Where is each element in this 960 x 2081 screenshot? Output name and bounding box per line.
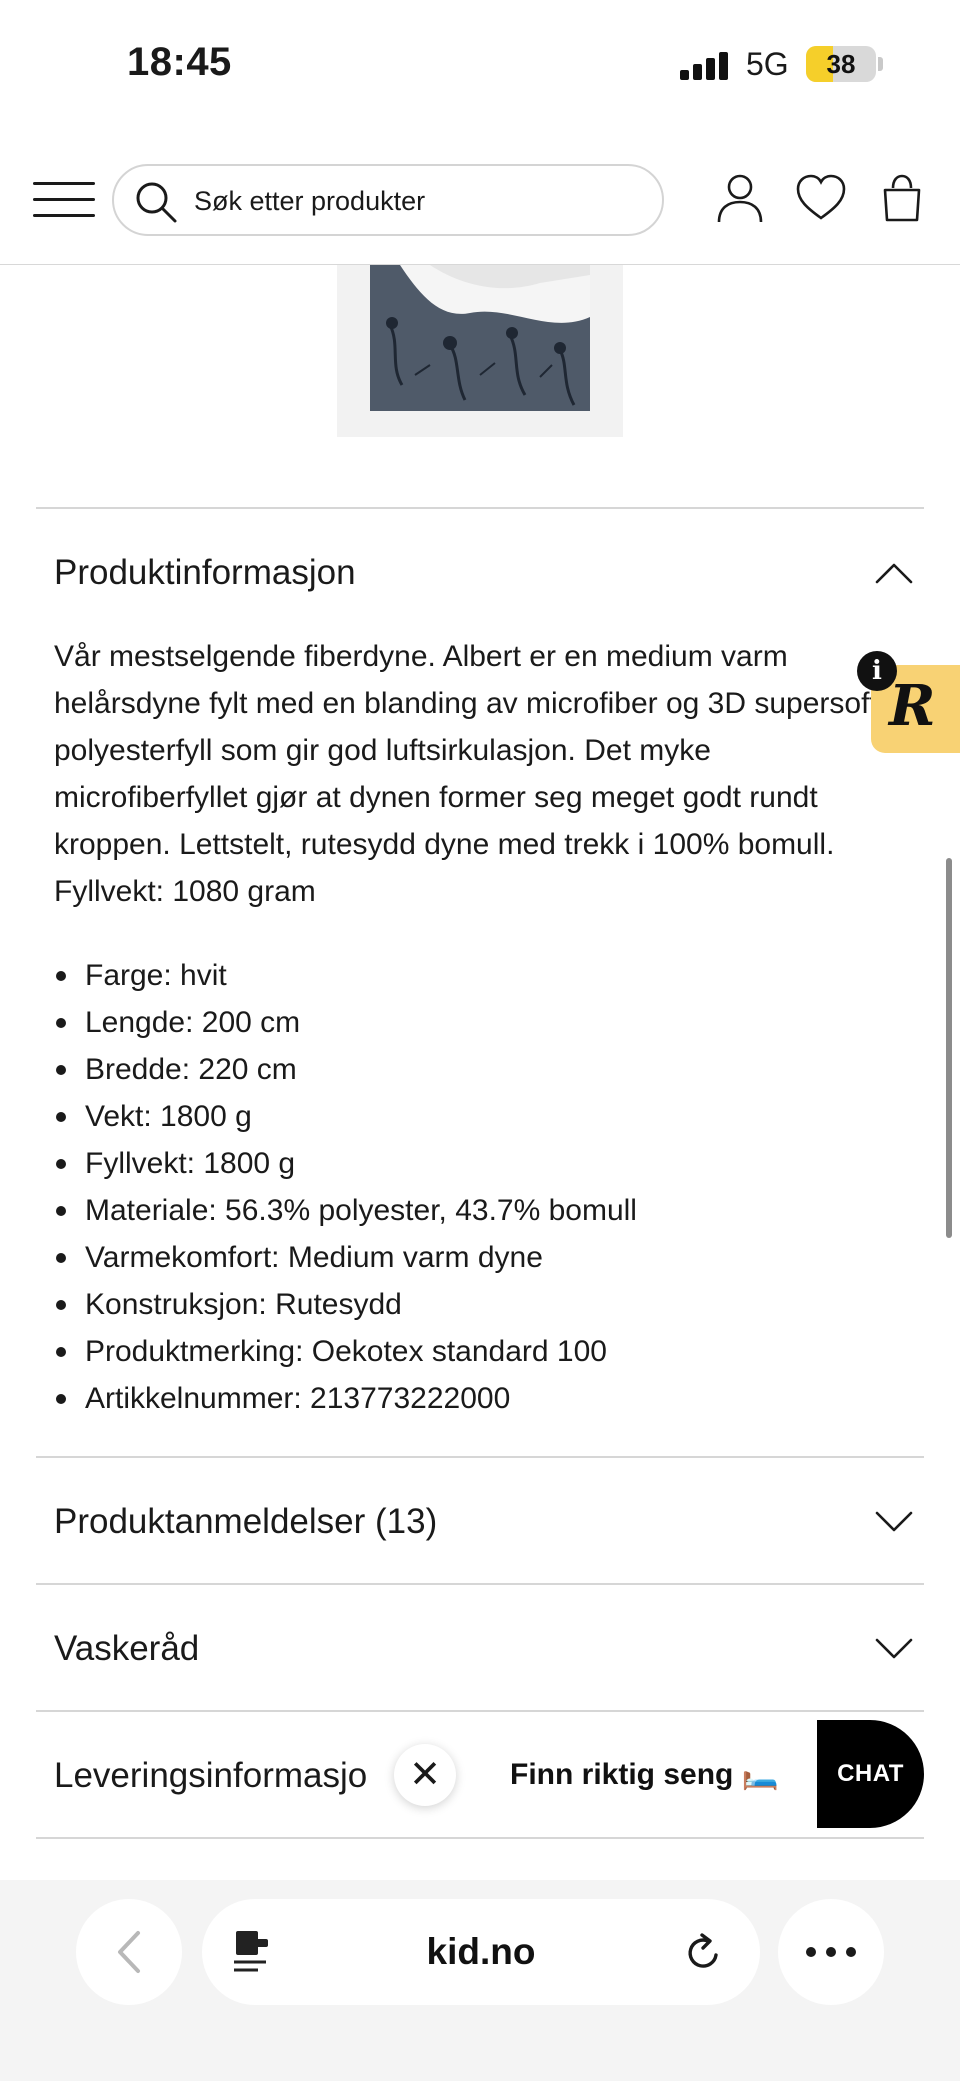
signal-icon (680, 50, 730, 80)
user-icon[interactable] (714, 172, 766, 224)
bag-icon[interactable] (876, 172, 928, 224)
divider (36, 1837, 924, 1839)
chevron-down-icon[interactable] (874, 1637, 914, 1661)
product-image[interactable] (370, 265, 590, 411)
r-logo: R (889, 673, 936, 739)
spec-item: Lengde: 200 cm (54, 999, 894, 1046)
promo-message[interactable]: Finn riktig seng 🛏️ (482, 1738, 814, 1812)
accordion-title-reviews[interactable]: Produktanmeldelser (13) (54, 1502, 437, 1542)
divider (36, 1456, 924, 1458)
chevron-down-icon[interactable] (874, 1510, 914, 1534)
accordion-title-delivery[interactable]: Leveringsinformasjo (54, 1756, 367, 1796)
scrollbar[interactable] (946, 858, 952, 1238)
more-options-button[interactable] (778, 1899, 884, 2005)
divider (36, 1710, 924, 1712)
status-bar: 18:45 5G 38 (0, 0, 960, 130)
spec-item: Varmekomfort: Medium varm dyne (54, 1234, 894, 1281)
duvet-illustration (370, 265, 590, 411)
site-header (0, 150, 960, 265)
network-type: 5G (746, 46, 789, 82)
search-icon (136, 182, 177, 223)
reload-icon[interactable] (682, 1931, 726, 1975)
search-input[interactable] (194, 176, 644, 226)
back-button[interactable] (76, 1899, 182, 2005)
product-description: Vår mestselgende fiberdyne. Albert er en… (54, 640, 878, 908)
spec-item: Konstruksjon: Rutesydd (54, 1281, 894, 1328)
accordion-title-washing[interactable]: Vaskeråd (54, 1629, 199, 1669)
search-bar[interactable] (112, 164, 664, 236)
spec-list: Farge: hvit Lengde: 200 cm Bredde: 220 c… (54, 952, 894, 1422)
url-text: kid.no (426, 1931, 536, 1972)
more-icon (806, 1947, 856, 1957)
status-time: 18:45 (127, 40, 232, 84)
menu-icon[interactable] (33, 180, 95, 220)
address-bar[interactable]: kid.no (202, 1899, 760, 2005)
spec-item: Fyllvekt: 1800 g (54, 1140, 894, 1187)
battery-icon: 38 (806, 46, 876, 82)
accordion-title-product-info[interactable]: Produktinformasjon (54, 553, 356, 593)
divider (36, 507, 924, 509)
info-icon[interactable]: i (857, 651, 897, 691)
close-promo-button[interactable]: ✕ (394, 1744, 456, 1806)
battery-tip (878, 57, 883, 71)
spec-item: Bredde: 220 cm (54, 1046, 894, 1093)
spec-item: Materiale: 56.3% polyester, 43.7% bomull (54, 1187, 894, 1234)
heart-icon[interactable] (795, 172, 847, 224)
spec-item: Produktmerking: Oekotex standard 100 (54, 1328, 894, 1375)
chat-button[interactable]: CHAT (817, 1720, 924, 1828)
chevron-up-icon[interactable] (874, 561, 914, 585)
spec-item: Artikkelnummer: 213773222000 (54, 1375, 894, 1422)
divider (36, 1583, 924, 1585)
spec-item: Vekt: 1800 g (54, 1093, 894, 1140)
chevron-left-icon (118, 1931, 140, 1973)
spec-item: Farge: hvit (54, 952, 894, 999)
battery-level: 38 (826, 49, 856, 79)
